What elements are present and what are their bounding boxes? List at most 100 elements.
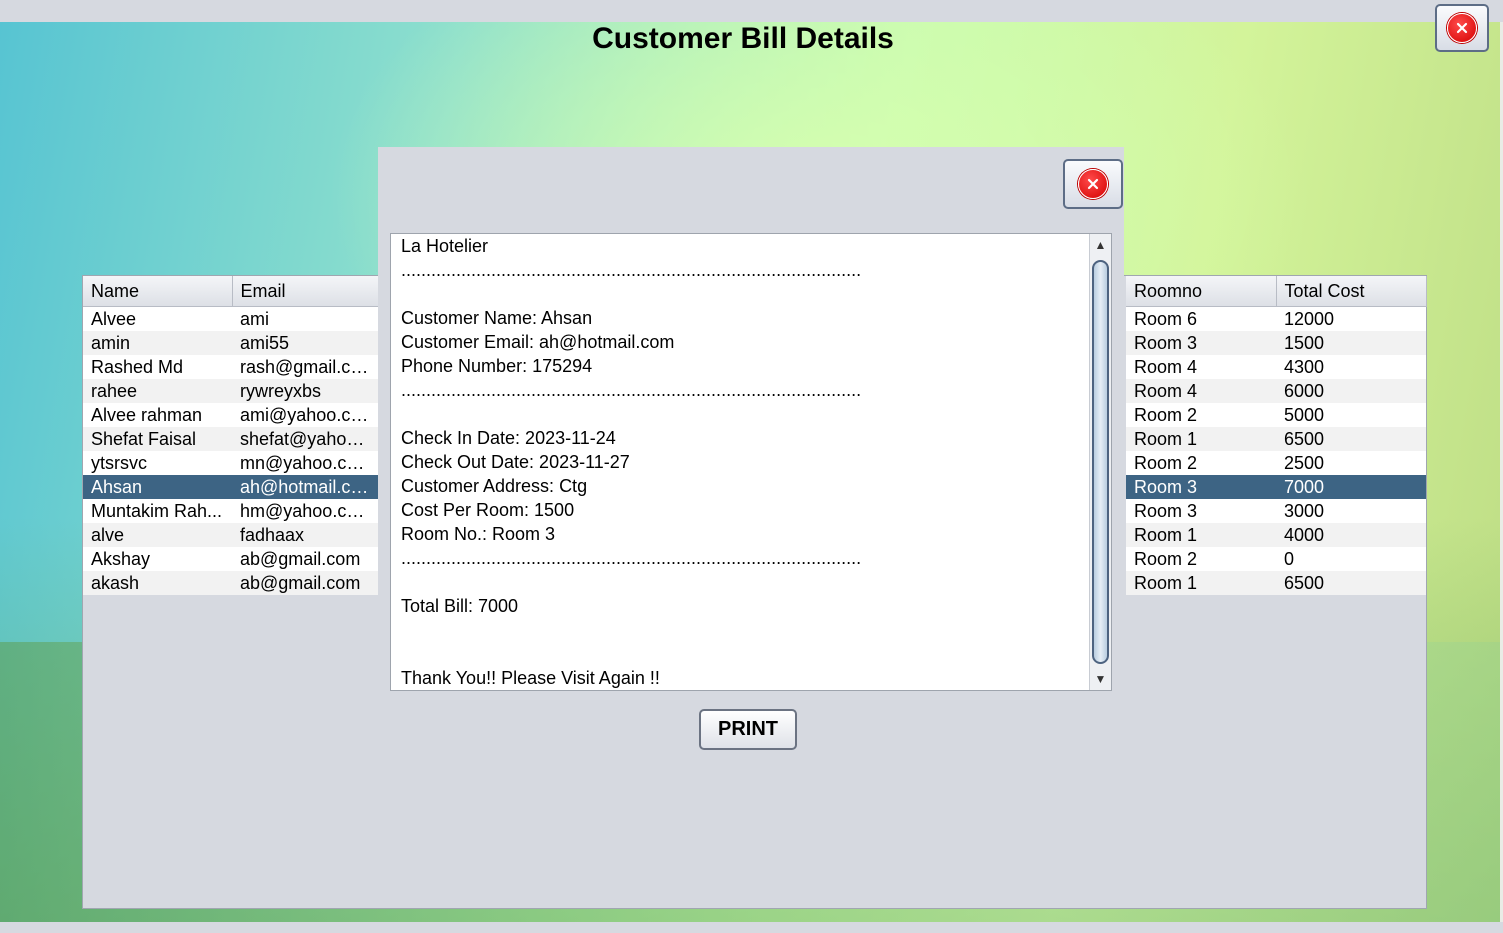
- scroll-up-icon[interactable]: ▲: [1090, 234, 1111, 256]
- bill-line: Customer Address: Ctg: [401, 476, 588, 496]
- room-cost-table-cell: 6000: [1276, 379, 1426, 403]
- room-cost-table-row[interactable]: Room 3 3000: [1126, 499, 1426, 523]
- customer-table-row[interactable]: amin ami55: [83, 331, 379, 355]
- customer-table-cell: ami: [232, 306, 379, 331]
- customer-table-row[interactable]: Alvee rahman ami@yahoo.com: [83, 403, 379, 427]
- column-header-total-cost[interactable]: Total Cost: [1276, 276, 1427, 307]
- room-cost-table-row[interactable]: Room 2 2500: [1126, 451, 1426, 475]
- room-cost-table-cell: Room 1: [1126, 427, 1276, 451]
- customer-table-cell: ab@gmail.com: [232, 547, 379, 571]
- room-cost-table-row[interactable]: Room 4 4300: [1126, 355, 1426, 379]
- room-cost-table-cell: Room 4: [1126, 355, 1276, 379]
- room-cost-table-cell: Room 1: [1126, 523, 1276, 547]
- customer-table-row[interactable]: ytsrsvc mn@yahoo.com: [83, 451, 379, 475]
- customer-table-cell: rash@gmail.com: [232, 355, 379, 379]
- room-cost-table-cell: 3000: [1276, 499, 1426, 523]
- print-button[interactable]: PRINT: [699, 709, 797, 750]
- column-header-email[interactable]: Email: [232, 276, 380, 307]
- customer-table-cell: alve: [83, 523, 232, 547]
- room-cost-table-row[interactable]: Room 1 6500: [1126, 427, 1426, 451]
- customer-table-row[interactable]: rahee rywreyxbs: [83, 379, 379, 403]
- room-cost-table-cell: Room 4: [1126, 379, 1276, 403]
- vertical-scrollbar[interactable]: ▲ ▼: [1089, 234, 1111, 690]
- customer-table-cell: Ahsan: [83, 475, 232, 499]
- room-cost-table-cell: 4000: [1276, 523, 1426, 547]
- customer-table-cell: shefat@yahoo...: [232, 427, 379, 451]
- customer-table-row[interactable]: Rashed Md rash@gmail.com: [83, 355, 379, 379]
- customer-table-cell: Akshay: [83, 547, 232, 571]
- bill-line: ........................................…: [401, 548, 862, 568]
- customer-table-cell: Shefat Faisal: [83, 427, 232, 451]
- customer-table-row[interactable]: akash ab@gmail.com: [83, 571, 379, 595]
- column-header-name[interactable]: Name: [83, 276, 233, 307]
- customer-table-cell: Alvee: [83, 306, 232, 331]
- bill-line: Phone Number: 175294: [401, 356, 593, 376]
- room-cost-table-cell: 0: [1276, 547, 1426, 571]
- customer-table-cell: ab@gmail.com: [232, 571, 379, 595]
- room-cost-table-row[interactable]: Room 3 1500: [1126, 331, 1426, 355]
- bill-line: Total Bill: 7000: [401, 596, 519, 616]
- scroll-thumb[interactable]: [1092, 260, 1109, 664]
- room-cost-table-cell: Room 3: [1126, 475, 1276, 499]
- customer-table-row[interactable]: Muntakim Rah... hm@yahoo.com: [83, 499, 379, 523]
- room-cost-table-cell: 4300: [1276, 355, 1426, 379]
- bill-dialog: La Hotelier.............................…: [378, 147, 1124, 757]
- room-cost-table-row[interactable]: Room 6 12000: [1126, 306, 1426, 331]
- window-close-button[interactable]: [1435, 4, 1489, 52]
- room-cost-table-cell: Room 2: [1126, 547, 1276, 571]
- bill-line: La Hotelier: [401, 236, 489, 256]
- customer-table-cell: ytsrsvc: [83, 451, 232, 475]
- room-cost-table-cell: Room 3: [1126, 499, 1276, 523]
- customer-table-row[interactable]: Alvee ami: [83, 306, 379, 331]
- bill-line: [401, 570, 1081, 594]
- room-cost-table-cell: 6500: [1276, 571, 1426, 595]
- customer-table-cell: ah@hotmail.com: [232, 475, 379, 499]
- page-title: Customer Bill Details: [592, 22, 894, 55]
- bill-line: [401, 402, 1081, 426]
- room-cost-table[interactable]: Roomno Total Cost Room 6 12000 Room 3 1500 R…: [1126, 276, 1427, 595]
- bill-line: [401, 642, 1081, 666]
- customer-table[interactable]: Name Email Alvee ami amin ami55 Rashed Md ras…: [83, 276, 380, 595]
- customer-table-row[interactable]: alve fadhaax: [83, 523, 379, 547]
- customer-table-cell: hm@yahoo.com: [232, 499, 379, 523]
- bill-line: Check Out Date: 2023-11-27: [401, 452, 630, 472]
- customer-table-row[interactable]: Akshay ab@gmail.com: [83, 547, 379, 571]
- customer-table-cell: akash: [83, 571, 232, 595]
- customer-table-cell: Alvee rahman: [83, 403, 232, 427]
- dialog-close-button[interactable]: [1063, 159, 1123, 209]
- bill-line: [401, 282, 1081, 306]
- bill-text-area[interactable]: La Hotelier.............................…: [390, 233, 1112, 691]
- room-cost-table-cell: 5000: [1276, 403, 1426, 427]
- customer-table-cell: Rashed Md: [83, 355, 232, 379]
- bill-line: Cost Per Room: 1500: [401, 500, 575, 520]
- room-cost-table-cell: Room 2: [1126, 403, 1276, 427]
- bill-line: ........................................…: [401, 260, 862, 280]
- room-cost-table-cell: 2500: [1276, 451, 1426, 475]
- scroll-down-icon[interactable]: ▼: [1090, 668, 1111, 690]
- room-cost-table-cell: 7000: [1276, 475, 1426, 499]
- customer-table-row[interactable]: Ahsan ah@hotmail.com: [83, 475, 379, 499]
- room-cost-table-cell: 12000: [1276, 306, 1426, 331]
- bill-line: Room No.: Room 3: [401, 524, 556, 544]
- bill-line: ........................................…: [401, 380, 862, 400]
- room-cost-table-cell: 6500: [1276, 427, 1426, 451]
- customer-table-cell: rywreyxbs: [232, 379, 379, 403]
- room-cost-table-row[interactable]: Room 1 4000: [1126, 523, 1426, 547]
- customer-table-cell: fadhaax: [232, 523, 379, 547]
- room-cost-table-row[interactable]: Room 1 6500: [1126, 571, 1426, 595]
- customer-table-cell: mn@yahoo.com: [232, 451, 379, 475]
- column-header-roomno[interactable]: Roomno: [1126, 276, 1277, 307]
- customer-table-row[interactable]: Shefat Faisal shefat@yahoo...: [83, 427, 379, 451]
- bill-content: La Hotelier.............................…: [401, 234, 1081, 690]
- room-cost-table-row[interactable]: Room 2 5000: [1126, 403, 1426, 427]
- room-cost-table-cell: 1500: [1276, 331, 1426, 355]
- room-cost-table-row[interactable]: Room 4 6000: [1126, 379, 1426, 403]
- room-cost-table-cell: Room 6: [1126, 306, 1276, 331]
- room-cost-table-row[interactable]: Room 3 7000: [1126, 475, 1426, 499]
- customer-table-cell: ami@yahoo.com: [232, 403, 379, 427]
- room-cost-table-cell: Room 1: [1126, 571, 1276, 595]
- room-cost-table-row[interactable]: Room 20: [1126, 547, 1426, 571]
- bill-line: Customer Email: ah@hotmail.com: [401, 332, 675, 352]
- bill-line: Thank You!! Please Visit Again !!: [401, 668, 660, 688]
- customer-table-header: Name Email: [83, 276, 380, 307]
